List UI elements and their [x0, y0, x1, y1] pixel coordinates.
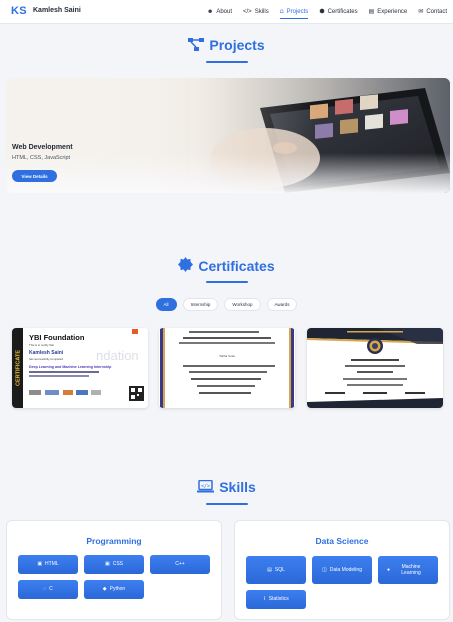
skill-sql[interactable]: ▤ SQL — [246, 556, 306, 584]
skill-data-modeling[interactable]: ◫ Data Modeling — [312, 556, 372, 584]
certificate-card-award[interactable] — [307, 328, 443, 408]
skill-statistics[interactable]: ⌇ Statistics — [246, 590, 306, 609]
section-title: Projects — [209, 37, 265, 53]
nav-item-skills[interactable]: </> Skills — [243, 0, 269, 24]
skill-css[interactable]: ▣ CSS — [84, 555, 144, 574]
filter-internship[interactable]: Internship — [182, 298, 219, 311]
project-diagram-icon: ⩍ — [279, 9, 284, 15]
nav-item-projects[interactable]: ⩍ Projects — [279, 0, 309, 24]
skill-c[interactable]: ◌ C — [18, 580, 78, 599]
nav-label: Experience — [377, 9, 408, 15]
filter-all[interactable]: All — [155, 298, 177, 311]
skill-label: Python — [109, 586, 126, 593]
navbar: KS Kamlesh Saini ☻ About </> Skills ⩍ Pr… — [0, 0, 453, 24]
certificate-icon: ⬢ — [319, 9, 325, 15]
projects-heading: Projects — [0, 37, 453, 53]
skill-card-programming: Programming ▣ HTML ▣ CSS C++ ◌ C ◆ Pytho… — [6, 520, 222, 620]
view-details-button[interactable]: View Details — [12, 170, 57, 182]
certificate-image: TATA Sons — [159, 328, 295, 408]
section-title: Skills — [219, 479, 256, 495]
skill-label: Machine Learning — [401, 563, 421, 576]
project-diagram-icon — [188, 37, 205, 53]
certificate-line1: This is to certify that — [29, 343, 54, 347]
nav-label: Certificates — [327, 9, 358, 15]
skill-cpp[interactable]: C++ — [150, 555, 210, 574]
certificate-card-ybi[interactable]: CERTIFICATE ndation YBI Foundation This … — [12, 328, 148, 408]
skill-label: Statistics — [268, 596, 289, 603]
nav-label: Projects — [286, 9, 309, 15]
chart-icon: ◫ — [322, 566, 327, 573]
envelope-icon: ✉ — [418, 9, 424, 15]
skill-label: C — [49, 586, 53, 593]
python-icon: ◆ — [102, 586, 107, 593]
certificate-side-text: CERTIFICATE — [16, 350, 22, 386]
certificate-name: Kamlesh Saini — [29, 350, 64, 356]
skill-python[interactable]: ◆ Python — [84, 580, 144, 599]
image-bottom-fade — [6, 153, 450, 193]
nav-label: About — [216, 9, 233, 15]
brain-icon: ● — [386, 566, 391, 573]
certificate-course: Deep Learning and Machine Learning Inter… — [29, 365, 112, 369]
certificate-filters: All Internship Workshop Awards — [0, 298, 453, 311]
skill-label: C++ — [175, 561, 185, 568]
chart-line-icon: ⌇ — [263, 596, 266, 603]
skill-card-title: Data Science — [315, 536, 369, 546]
skill-label: Data Modeling — [329, 566, 362, 573]
brand-name[interactable]: Kamlesh Saini — [33, 7, 81, 14]
user-icon: ☻ — [207, 9, 214, 15]
css3-icon: ▣ — [104, 561, 110, 568]
project-card[interactable] — [6, 78, 450, 193]
skill-machine-learning[interactable]: ● Machine Learning — [378, 556, 438, 584]
project-tech: HTML, CSS, JavaScript — [12, 155, 71, 161]
skill-html[interactable]: ▣ HTML — [18, 555, 78, 574]
certificate-icon — [178, 257, 194, 274]
certificates-heading: Certificates — [0, 257, 453, 274]
briefcase-icon: ▤ — [368, 9, 375, 15]
skill-label: HTML — [45, 561, 59, 568]
html5-icon: ▣ — [37, 561, 43, 568]
nav-item-about[interactable]: ☻ About — [207, 0, 232, 24]
code-icon: </> — [243, 9, 252, 15]
nav-menu: ☻ About </> Skills ⩍ Projects ⬢ Certific… — [207, 0, 447, 24]
skill-label: CSS — [112, 561, 123, 568]
laptop-code-icon: </> — [197, 479, 215, 495]
skills-heading: </> Skills — [0, 479, 453, 495]
project-title: Web Development — [12, 144, 73, 151]
database-icon: ▤ — [267, 566, 272, 573]
certificate-org: YBI Foundation — [29, 333, 85, 342]
title-underline — [206, 281, 248, 283]
skill-card-data-science: Data Science ▤ SQL ◫ Data Modeling ● Mac… — [234, 520, 450, 620]
certificate-image: CERTIFICATE ndation YBI Foundation This … — [12, 328, 148, 408]
certificate-watermark: ndation — [96, 348, 139, 363]
filter-awards[interactable]: Awards — [266, 298, 298, 311]
filter-workshop[interactable]: Workshop — [224, 298, 261, 311]
skill-card-title: Programming — [86, 536, 142, 546]
nav-item-experience[interactable]: ▤ Experience — [369, 0, 408, 24]
certificate-line1: TATA Sons — [219, 354, 236, 358]
nav-item-contact[interactable]: ✉ Contact — [418, 0, 447, 24]
svg-text:</>: </> — [201, 483, 210, 489]
certificate-card-tata[interactable]: TATA Sons — [159, 328, 295, 408]
c-language-icon: ◌ — [43, 586, 47, 593]
nav-label: Skills — [254, 9, 269, 15]
nav-item-certificates[interactable]: ⬢ Certificates — [319, 0, 357, 24]
certificate-line2: has successfully completed — [29, 357, 63, 361]
nav-label: Contact — [426, 9, 447, 15]
title-underline — [206, 61, 248, 63]
certificate-image — [307, 328, 443, 408]
title-underline — [206, 503, 248, 505]
skill-label: SQL — [274, 566, 285, 573]
section-title: Certificates — [198, 257, 275, 274]
logo-mark[interactable]: KS — [11, 5, 27, 17]
